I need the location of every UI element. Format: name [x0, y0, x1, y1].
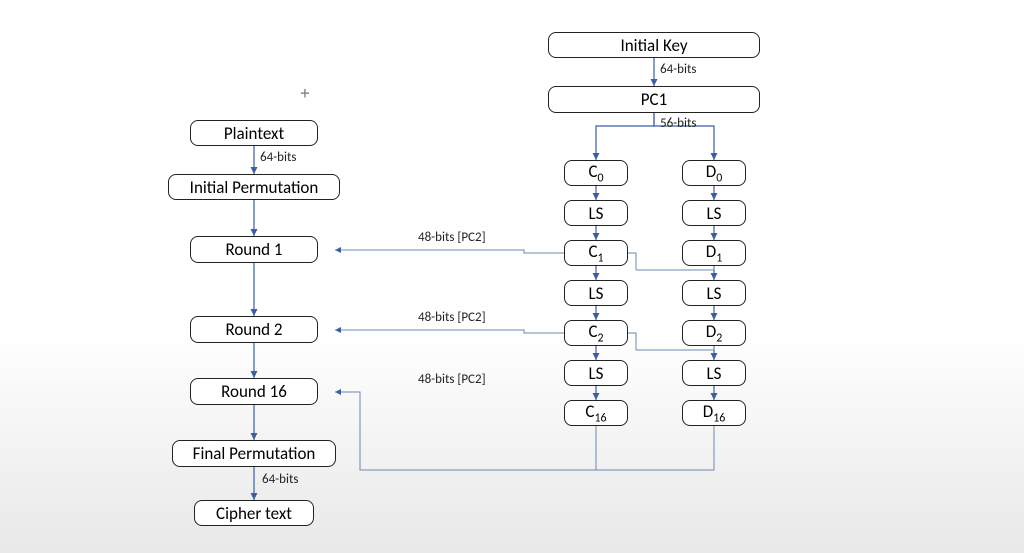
ls-d-2-box: LS [682, 280, 746, 306]
ls-label: LS [589, 363, 604, 384]
connectors [0, 0, 1024, 553]
ls-c-1-box: LS [564, 200, 628, 226]
final-permutation-label: Final Permutation [193, 443, 316, 464]
round1-label: Round 1 [225, 239, 282, 260]
round1-box: Round 1 [190, 236, 318, 263]
initial-key-label: Initial Key [620, 35, 687, 56]
initial-permutation-box: Initial Permutation [168, 174, 340, 200]
label-pc2-3: 48-bits [PC2] [418, 372, 486, 387]
ls-label: LS [707, 283, 722, 304]
insertion-cursor-icon: + [296, 84, 314, 102]
ls-label: LS [589, 203, 604, 224]
c16-label: C16 [585, 401, 606, 425]
label-pc2-1: 48-bits [PC2] [418, 230, 486, 245]
ls-c-3-box: LS [564, 360, 628, 386]
round2-label: Round 2 [225, 319, 282, 340]
label-pc2-2: 48-bits [PC2] [418, 310, 486, 325]
d2-box: D2 [682, 320, 746, 346]
plaintext-box: Plaintext [190, 120, 318, 146]
ls-label: LS [707, 363, 722, 384]
d16-box: D16 [682, 400, 746, 426]
d16-label: D16 [703, 401, 726, 425]
d0-label: D0 [706, 161, 723, 185]
ls-d-1-box: LS [682, 200, 746, 226]
d1-box: D1 [682, 240, 746, 266]
round2-box: Round 2 [190, 316, 318, 343]
c2-label: C2 [588, 321, 603, 345]
ls-d-3-box: LS [682, 360, 746, 386]
final-permutation-box: Final Permutation [172, 440, 336, 467]
d1-label: D1 [706, 241, 723, 265]
label-56bits: 56-bits [660, 116, 696, 131]
label-64bits-2: 64-bits [262, 472, 298, 487]
ls-label: LS [589, 283, 604, 304]
ls-label: LS [707, 203, 722, 224]
ciphertext-box: Cipher text [194, 500, 314, 526]
c1-box: C1 [564, 240, 628, 266]
plaintext-label: Plaintext [224, 123, 284, 144]
c2-box: C2 [564, 320, 628, 346]
label-key-64bits: 64-bits [660, 62, 696, 77]
pc1-box: PC1 [548, 86, 760, 113]
d2-label: D2 [706, 321, 723, 345]
ciphertext-label: Cipher text [216, 503, 292, 524]
c0-label: C0 [588, 161, 603, 185]
label-64bits-1: 64-bits [260, 150, 296, 165]
c0-box: C0 [564, 160, 628, 186]
c1-label: C1 [588, 241, 603, 265]
round16-box: Round 16 [190, 378, 318, 405]
c16-box: C16 [564, 400, 628, 426]
ls-c-2-box: LS [564, 280, 628, 306]
pc1-label: PC1 [641, 89, 667, 110]
initial-key-box: Initial Key [548, 32, 760, 58]
round16-label: Round 16 [221, 381, 287, 402]
initial-permutation-label: Initial Permutation [190, 177, 319, 198]
d0-box: D0 [682, 160, 746, 186]
